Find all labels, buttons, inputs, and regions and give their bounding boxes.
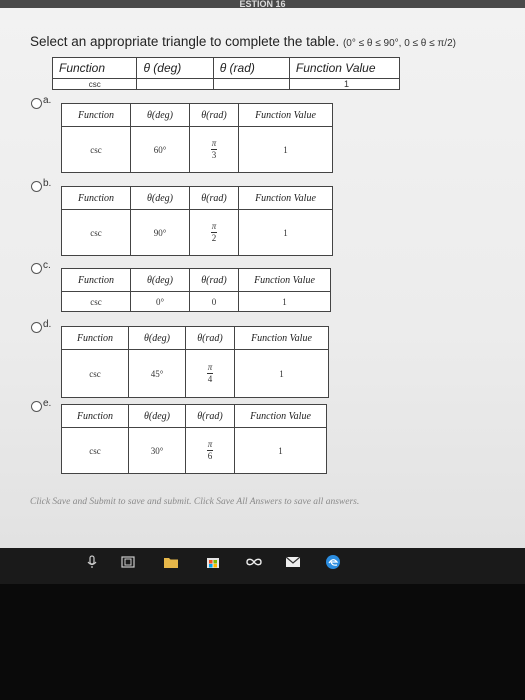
option-e-deg: 30° xyxy=(128,427,186,474)
taskbar xyxy=(0,548,525,584)
option-a-header-function: Function xyxy=(61,103,131,127)
option-d-header-rad: θ(rad) xyxy=(185,326,235,350)
option-c-rad: 0 xyxy=(189,291,239,312)
option-e-rad: π6 xyxy=(185,427,235,474)
submit-instructions: Click Save and Submit to save and submit… xyxy=(30,497,360,507)
option-a-letter: a. xyxy=(43,95,52,106)
option-b-header-deg: θ(deg) xyxy=(130,186,190,210)
option-a-header-rad: θ(rad) xyxy=(189,103,239,127)
option-e-function: csc xyxy=(61,427,129,474)
option-a-table: Function θ(deg) θ(rad) Function Value cs… xyxy=(61,103,333,173)
mail-icon[interactable] xyxy=(285,554,301,570)
question-header: ESTION 16 xyxy=(0,0,525,8)
option-e-header-function: Function xyxy=(61,404,129,428)
file-explorer-icon[interactable] xyxy=(163,554,179,570)
main-table: Function θ (deg) θ (rad) Function Value … xyxy=(51,57,401,90)
option-e-header-deg: θ(deg) xyxy=(128,404,186,428)
option-c-table: Function θ(deg) θ(rad) Function Value cs… xyxy=(61,268,331,312)
option-a-value: 1 xyxy=(238,126,333,173)
option-c-header-function: Function xyxy=(61,268,131,292)
option-e-value: 1 xyxy=(234,427,327,474)
option-c-deg: 0° xyxy=(130,291,190,312)
option-b-letter: b. xyxy=(43,178,52,189)
option-b-radio[interactable] xyxy=(31,181,42,192)
main-header-deg: θ (deg) xyxy=(136,57,214,79)
option-a-header-deg: θ(deg) xyxy=(130,103,190,127)
main-header-rad: θ (rad) xyxy=(212,57,290,79)
question-text: Select an appropriate triangle to comple… xyxy=(30,34,340,49)
option-d-header-deg: θ(deg) xyxy=(128,326,186,350)
option-d-radio[interactable] xyxy=(31,322,42,333)
option-c-value: 1 xyxy=(238,291,331,312)
option-d-letter: d. xyxy=(43,319,52,330)
task-view-icon[interactable] xyxy=(120,554,136,570)
option-c-header-deg: θ(deg) xyxy=(130,268,190,292)
option-d-header-value: Function Value xyxy=(234,326,329,350)
option-d-value: 1 xyxy=(234,349,329,398)
option-c-letter: c. xyxy=(43,260,51,271)
option-d-rad: π4 xyxy=(185,349,235,398)
edge-icon[interactable] xyxy=(325,554,341,570)
option-c-header-rad: θ(rad) xyxy=(189,268,239,292)
option-b-value: 1 xyxy=(238,209,333,256)
option-b-header-function: Function xyxy=(61,186,131,210)
option-b-header-rad: θ(rad) xyxy=(189,186,239,210)
main-header-function: Function xyxy=(51,57,138,79)
option-b-function: csc xyxy=(61,209,131,256)
option-a-header-value: Function Value xyxy=(238,103,333,127)
main-cell-rad xyxy=(212,78,290,90)
store-icon[interactable] xyxy=(205,554,221,570)
option-a-deg: 60° xyxy=(130,126,190,173)
option-e-header-rad: θ(rad) xyxy=(185,404,235,428)
option-b-header-value: Function Value xyxy=(238,186,333,210)
main-cell-function: csc xyxy=(51,78,138,90)
option-a-radio[interactable] xyxy=(31,98,42,109)
main-cell-deg xyxy=(136,78,214,90)
option-b-table: Function θ(deg) θ(rad) Function Value cs… xyxy=(61,186,333,256)
option-c-radio[interactable] xyxy=(31,263,42,274)
option-e-table: Function θ(deg) θ(rad) Function Value cs… xyxy=(61,404,327,474)
option-d-table: Function θ(deg) θ(rad) Function Value cs… xyxy=(61,326,329,398)
main-cell-value: 1 xyxy=(288,78,401,90)
microphone-icon[interactable] xyxy=(84,554,100,570)
main-header-value: Function Value xyxy=(288,57,401,79)
browser-content: ESTION 16 Select an appropriate triangle… xyxy=(0,0,525,548)
question-range: (0° ≤ θ ≤ 90°, 0 ≤ θ ≤ π/2) xyxy=(342,38,456,49)
option-a-function: csc xyxy=(61,126,131,173)
option-d-function: csc xyxy=(61,349,129,398)
question-prompt: Select an appropriate triangle to comple… xyxy=(30,34,456,49)
option-d-deg: 45° xyxy=(128,349,186,398)
option-e-radio[interactable] xyxy=(31,401,42,412)
option-e-header-value: Function Value xyxy=(234,404,327,428)
option-b-rad: π2 xyxy=(189,209,239,256)
option-c-function: csc xyxy=(61,291,131,312)
option-e-letter: e. xyxy=(43,398,52,409)
option-d-header-function: Function xyxy=(61,326,129,350)
infinity-app-icon[interactable] xyxy=(246,554,262,570)
option-a-rad: π3 xyxy=(189,126,239,173)
option-b-deg: 90° xyxy=(130,209,190,256)
option-c-header-value: Function Value xyxy=(238,268,331,292)
